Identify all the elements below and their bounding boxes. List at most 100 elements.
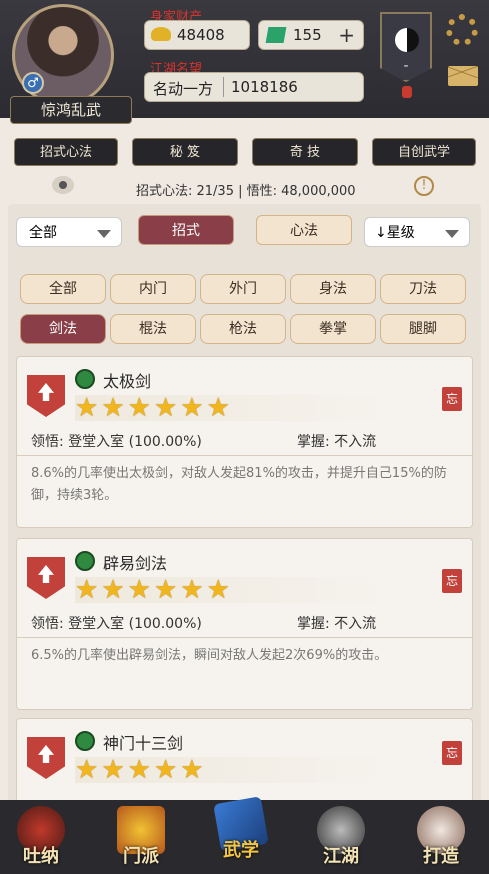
star-rating: ★ ★ ★ ★ ★ ★ (75, 395, 405, 421)
star-icon: ★ (206, 575, 230, 605)
chevron-down-icon (445, 230, 459, 238)
star-icon: ★ (180, 393, 204, 423)
star-icon: ★ (75, 755, 99, 785)
leaf-icon (75, 731, 95, 751)
tab-heart-method[interactable]: 心法 (256, 215, 352, 245)
skill-name: 辟易剑法 (103, 554, 168, 573)
chip-staff[interactable]: 棍法 (110, 314, 196, 344)
mastery-text: 掌握: 不入流 (297, 616, 377, 632)
jade-pill: 155 + (258, 20, 364, 50)
chip-fist-palm[interactable]: 拳掌 (290, 314, 376, 344)
nav-label: 吐纳 (23, 846, 59, 867)
chip-inner[interactable]: 内门 (110, 274, 196, 304)
gold-pill: 48408 (144, 20, 250, 50)
star-icon: ★ (75, 575, 99, 605)
rank-badge-icon (27, 737, 65, 779)
chip-outer[interactable]: 外门 (200, 274, 286, 304)
skill-description: 8.6%的几率使出太极剑，对敌人发起81%的攻击，并提升自己15%的防御，持续3… (31, 466, 447, 503)
comprehension-text: 领悟: 登堂入室 (100.00%) (31, 616, 202, 632)
arrow-up-icon (38, 745, 54, 763)
tassel-icon (402, 86, 412, 98)
nav-jianghu[interactable]: 江湖 (306, 806, 376, 870)
mastery-text: 掌握: 不入流 (297, 434, 377, 450)
nav-forge[interactable]: 打造 (406, 806, 476, 870)
mail-flap (448, 66, 478, 78)
player-name: 惊鸿乱武 (10, 96, 132, 124)
category-select[interactable]: 全部 (16, 217, 122, 247)
nav-label: 武学 (223, 840, 259, 861)
sort-select-value: ↓星级 (375, 225, 415, 241)
mail-icon[interactable] (448, 66, 478, 86)
leaf-icon (75, 369, 95, 389)
star-icon: ★ (180, 755, 204, 785)
fame-divider (223, 77, 224, 97)
star-rating: ★ ★ ★ ★ ★ (75, 757, 405, 783)
star-rating: ★ ★ ★ ★ ★ ★ (75, 577, 405, 603)
fame-title: 名动一方 (153, 80, 214, 98)
divider (17, 455, 472, 456)
rank-badge-icon (27, 375, 65, 417)
jade-amount: 155 (293, 26, 322, 44)
settings-gear-icon[interactable] (446, 14, 478, 46)
skill-description: 6.5%的几率使出辟易剑法，瞬间对敌人发起2次69%的攻击。 (31, 648, 388, 663)
star-icon: ★ (153, 393, 178, 423)
star-icon: ★ (180, 575, 204, 605)
tab-secret-manuals[interactable]: 秘 笈 (132, 138, 238, 166)
sort-select[interactable]: ↓星级 (364, 217, 470, 247)
nav-martial[interactable]: 武学 (206, 796, 276, 864)
tab-special-skills[interactable]: 奇 技 (252, 138, 358, 166)
skill-card[interactable]: 神门十三剑 ★ ★ ★ ★ ★ 忘 (16, 718, 473, 808)
eye-icon[interactable] (52, 176, 74, 194)
tab-moves[interactable]: 招式 (138, 215, 234, 245)
tab-custom-martial[interactable]: 自创武学 (372, 138, 476, 166)
rank-badge-icon (27, 557, 65, 599)
stats-text: 招式心法: 21/35 | 悟性: 48,000,000 (136, 184, 356, 199)
arrow-up-icon (38, 565, 54, 583)
star-icon: ★ (101, 575, 125, 605)
star-icon: ★ (101, 393, 125, 423)
chip-blade[interactable]: 刀法 (380, 274, 466, 304)
chip-footwork[interactable]: 身法 (290, 274, 376, 304)
gold-ingot-icon (151, 27, 171, 41)
add-jade-button[interactable]: + (338, 23, 355, 47)
skill-card[interactable]: 辟易剑法 ★ ★ ★ ★ ★ ★ 忘 领悟: 登堂入室 (100.00%) 掌握: 不入流… (16, 538, 473, 710)
skill-card[interactable]: 太极剑 ★ ★ ★ ★ ★ ★ 忘 领悟: 登堂入室 (100.00%) 掌握: 不入流 … (16, 356, 473, 528)
fame-pill: 名动一方 1018186 (144, 72, 364, 102)
skill-name: 太极剑 (103, 372, 152, 391)
category-select-value: 全部 (29, 225, 57, 241)
nav-label: 门派 (123, 846, 159, 867)
star-icon: ★ (127, 755, 151, 785)
tab-moves-heart[interactable]: 招式心法 (14, 138, 118, 166)
star-icon: ★ (153, 575, 178, 605)
chip-spear[interactable]: 枪法 (200, 314, 286, 344)
forget-seal-button[interactable]: 忘 (442, 387, 462, 411)
gold-amount: 48408 (177, 26, 225, 44)
chevron-down-icon (97, 230, 111, 238)
faction-banner[interactable]: - (380, 12, 432, 82)
chip-sword[interactable]: 剑法 (20, 314, 106, 344)
nav-label: 打造 (423, 846, 459, 867)
gender-icon: ♂ (22, 72, 44, 94)
yin-yang-icon (395, 28, 419, 52)
nav-sect[interactable]: 门派 (106, 806, 176, 870)
star-icon: ★ (206, 393, 230, 423)
nav-breathing[interactable]: 吐纳 (6, 806, 76, 870)
divider (17, 637, 472, 638)
leaf-icon (75, 551, 95, 571)
jade-icon (265, 27, 287, 43)
star-icon: ★ (153, 755, 178, 785)
star-icon: ★ (75, 393, 99, 423)
banner-dash: - (403, 58, 409, 74)
chip-all[interactable]: 全部 (20, 274, 106, 304)
forget-seal-button[interactable]: 忘 (442, 741, 462, 765)
nav-label: 江湖 (323, 846, 359, 867)
fame-value: 1018186 (231, 78, 298, 96)
star-icon: ★ (101, 755, 125, 785)
star-icon: ★ (127, 575, 151, 605)
arrow-up-icon (38, 383, 54, 401)
comprehension-text: 领悟: 登堂入室 (100.00%) (31, 434, 202, 450)
chip-leg[interactable]: 腿脚 (380, 314, 466, 344)
star-icon: ★ (127, 393, 151, 423)
forget-seal-button[interactable]: 忘 (442, 569, 462, 593)
info-icon[interactable]: ! (414, 176, 434, 196)
